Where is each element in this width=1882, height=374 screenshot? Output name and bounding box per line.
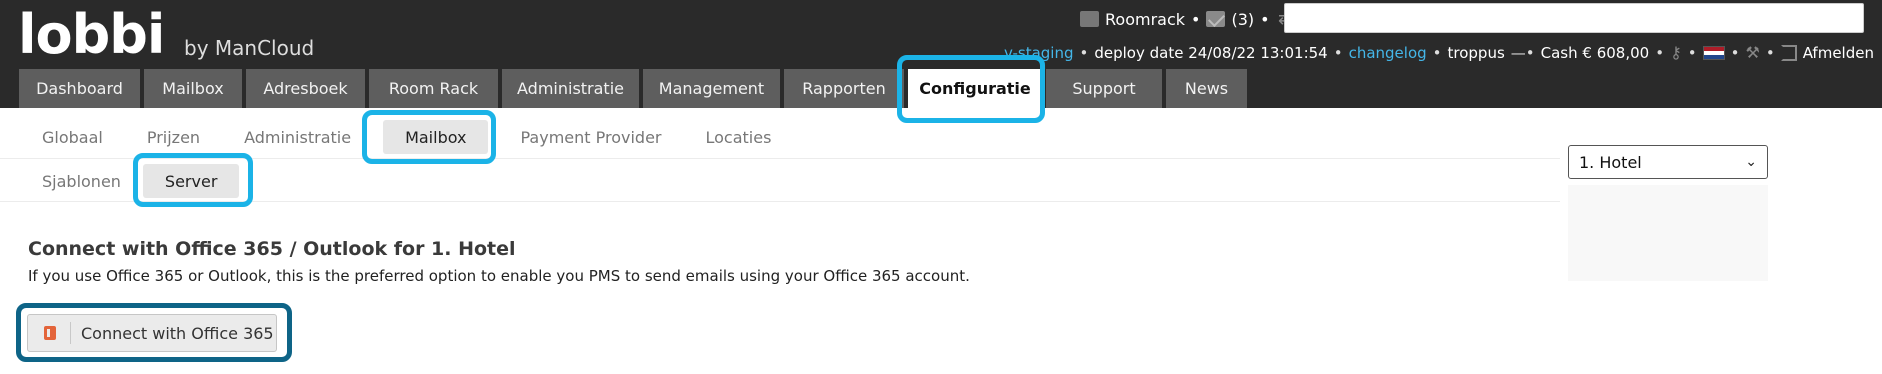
subtab-mailbox[interactable]: Mailbox xyxy=(383,120,489,154)
tab-dashboard[interactable]: Dashboard xyxy=(19,69,140,108)
separator: • xyxy=(1730,43,1740,62)
side-panel xyxy=(1568,185,1768,281)
cash-balance: Cash € 608,00 xyxy=(1540,43,1650,62)
dutch-flag-icon[interactable] xyxy=(1702,45,1725,60)
tab-mailbox[interactable]: Mailbox xyxy=(144,69,242,108)
divider xyxy=(0,158,1560,159)
separator: • xyxy=(1655,43,1665,62)
subtab-payment-provider[interactable]: Payment Provider xyxy=(498,120,683,154)
header-bar: lobbi by ManCloud Roomrack • (3) • ⇄ v-s… xyxy=(0,0,1882,108)
sub-navigation-row-2: Sjablonen Server xyxy=(20,162,240,200)
hotel-select[interactable]: 1. Hotel ⌄ xyxy=(1568,145,1768,179)
separator: • xyxy=(1191,9,1201,29)
changelog-link[interactable]: changelog xyxy=(1349,44,1427,62)
subtab-server[interactable]: Server xyxy=(142,164,240,198)
environment-link[interactable]: v-staging xyxy=(1004,44,1074,62)
chevron-down-icon: ⌄ xyxy=(1745,154,1757,170)
separator: • xyxy=(1260,9,1270,29)
section-title: Connect with Office 365 / Outlook for 1.… xyxy=(28,238,516,260)
roomrack-icon[interactable] xyxy=(1080,11,1099,27)
tab-room-rack[interactable]: Room Rack xyxy=(369,69,498,108)
deploy-date: deploy date 24/08/22 13:01:54 xyxy=(1094,43,1328,62)
logout-icon[interactable] xyxy=(1780,44,1797,61)
tools-icon[interactable]: ⚒ xyxy=(1746,43,1760,62)
separator: • xyxy=(1432,43,1442,62)
top-toolbar: Roomrack • (3) • ⇄ xyxy=(1080,8,1296,30)
main-navigation: Dashboard Mailbox Adresboek Room Rack Ad… xyxy=(19,69,1247,108)
tab-news[interactable]: News xyxy=(1166,69,1247,108)
office-icon xyxy=(36,326,64,340)
hotel-select-value: 1. Hotel xyxy=(1579,152,1642,172)
tab-rapporten[interactable]: Rapporten xyxy=(784,69,904,108)
subtab-administratie[interactable]: Administratie xyxy=(222,120,373,154)
tab-adresboek[interactable]: Adresboek xyxy=(246,69,365,108)
tab-support[interactable]: Support xyxy=(1046,69,1162,108)
global-search-input[interactable] xyxy=(1284,3,1864,33)
connect-button-label: Connect with Office 365 xyxy=(81,323,274,343)
tab-administratie[interactable]: Administratie xyxy=(502,69,639,108)
separator: • xyxy=(1333,43,1343,62)
logo-text: lobbi xyxy=(18,3,165,66)
tab-management[interactable]: Management xyxy=(643,69,780,108)
roomrack-link[interactable]: Roomrack xyxy=(1105,10,1185,29)
messages-count[interactable]: (3) xyxy=(1231,10,1254,29)
app-logo[interactable]: lobbi xyxy=(18,3,165,66)
divider xyxy=(0,201,1560,202)
subtab-sjablonen[interactable]: Sjablonen xyxy=(20,164,143,198)
tab-configuratie[interactable]: Configuratie xyxy=(908,69,1042,108)
subtab-prijzen[interactable]: Prijzen xyxy=(125,120,222,154)
separator: • xyxy=(1687,43,1697,62)
user-name[interactable]: troppus xyxy=(1448,44,1505,62)
sub-navigation-row-1: Globaal Prijzen Administratie Mailbox Pa… xyxy=(20,118,793,156)
section-description: If you use Office 365 or Outlook, this i… xyxy=(28,267,970,285)
logo-byline: by ManCloud xyxy=(184,36,315,60)
envelope-icon[interactable] xyxy=(1206,11,1226,27)
logout-link[interactable]: Afmelden xyxy=(1803,44,1874,62)
button-divider xyxy=(70,322,71,344)
subtab-globaal[interactable]: Globaal xyxy=(20,120,125,154)
info-bar: v-staging • deploy date 24/08/22 13:01:5… xyxy=(1004,43,1874,62)
connect-office365-button[interactable]: Connect with Office 365 xyxy=(27,314,277,352)
key-icon[interactable]: ⚷ xyxy=(1670,43,1682,62)
separator: —• xyxy=(1510,43,1535,62)
subtab-locaties[interactable]: Locaties xyxy=(684,120,794,154)
separator: • xyxy=(1079,43,1089,62)
separator: • xyxy=(1765,43,1775,62)
